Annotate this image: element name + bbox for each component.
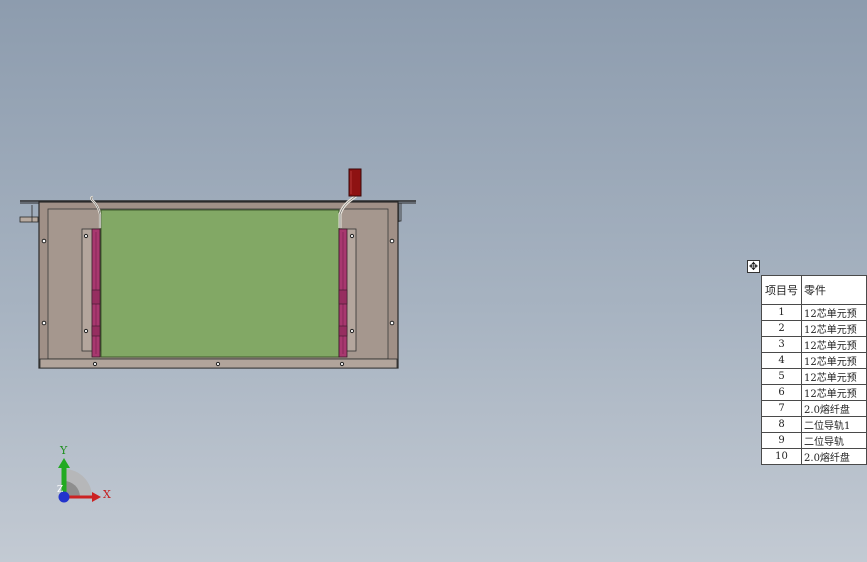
item-no-cell: 8 (760, 416, 803, 433)
header-item-no: 项目号 (760, 275, 803, 305)
part-name-cell: 12芯单元预 (801, 304, 867, 321)
item-no-cell: 7 (760, 400, 803, 417)
table-row[interactable]: 10 2.0熔纤盘 (760, 448, 867, 465)
splice-tray-board (100, 209, 340, 358)
part-name-cell: 二位导轨1 (801, 416, 867, 433)
part-name-cell: 2.0熔纤盘 (801, 448, 867, 465)
item-no-cell: 2 (760, 320, 803, 337)
graphics-viewport[interactable]: Y X Z ✥ 项目号 零件 1 12芯单元预 2 12芯单元预 3 12芯单元预 4 12芯… (0, 0, 867, 562)
x-axis-label: X (103, 488, 111, 501)
part-name-cell: 12芯单元预 (801, 320, 867, 337)
bom-body: 1 12芯单元预 2 12芯单元预 3 12芯单元预 4 12芯单元预 5 12芯单元预 6 12芯单… (760, 304, 867, 465)
item-no-cell: 9 (760, 432, 803, 449)
item-no-cell: 4 (760, 352, 803, 369)
table-row[interactable]: 8 二位导轨1 (760, 416, 867, 433)
part-name-cell: 2.0熔纤盘 (801, 400, 867, 417)
item-no-cell: 1 (760, 304, 803, 321)
item-no-cell: 10 (760, 448, 803, 465)
item-no-cell: 6 (760, 384, 803, 401)
y-axis-label: Y (59, 444, 68, 457)
table-row[interactable]: 3 12芯单元预 (760, 336, 867, 353)
table-row[interactable]: 5 12芯单元预 (760, 368, 867, 385)
item-no-cell: 3 (760, 336, 803, 353)
part-name-cell: 二位导轨 (801, 432, 867, 449)
left-guide-rail (91, 228, 101, 358)
bom-table[interactable]: 项目号 零件 1 12芯单元预 2 12芯单元预 3 12芯单元预 4 12芯单元预 5 12芯单… (760, 275, 867, 465)
axis-triad: Y X Z (57, 444, 111, 503)
part-name-cell: 12芯单元预 (801, 352, 867, 369)
move-icon[interactable]: ✥ (747, 260, 760, 273)
table-row[interactable]: 6 12芯单元预 (760, 384, 867, 401)
table-row[interactable]: 1 12芯单元预 (760, 304, 867, 321)
assembly-drawing-view[interactable]: Y X Z (0, 0, 867, 562)
table-row[interactable]: 2 12芯单元预 (760, 320, 867, 337)
table-row[interactable]: 4 12芯单元预 (760, 352, 867, 369)
right-guide-rail (338, 228, 348, 358)
table-row[interactable]: 9 二位导轨 (760, 432, 867, 449)
bom-header-row: 项目号 零件 (760, 275, 867, 305)
part-name-cell: 12芯单元预 (801, 384, 867, 401)
header-part-no: 零件 (801, 275, 867, 305)
left-bracket (19, 205, 39, 223)
item-no-cell: 5 (760, 368, 803, 385)
z-axis-label: Z (57, 485, 63, 495)
part-name-cell: 12芯单元预 (801, 368, 867, 385)
table-row[interactable]: 7 2.0熔纤盘 (760, 400, 867, 417)
part-name-cell: 12芯单元预 (801, 336, 867, 353)
